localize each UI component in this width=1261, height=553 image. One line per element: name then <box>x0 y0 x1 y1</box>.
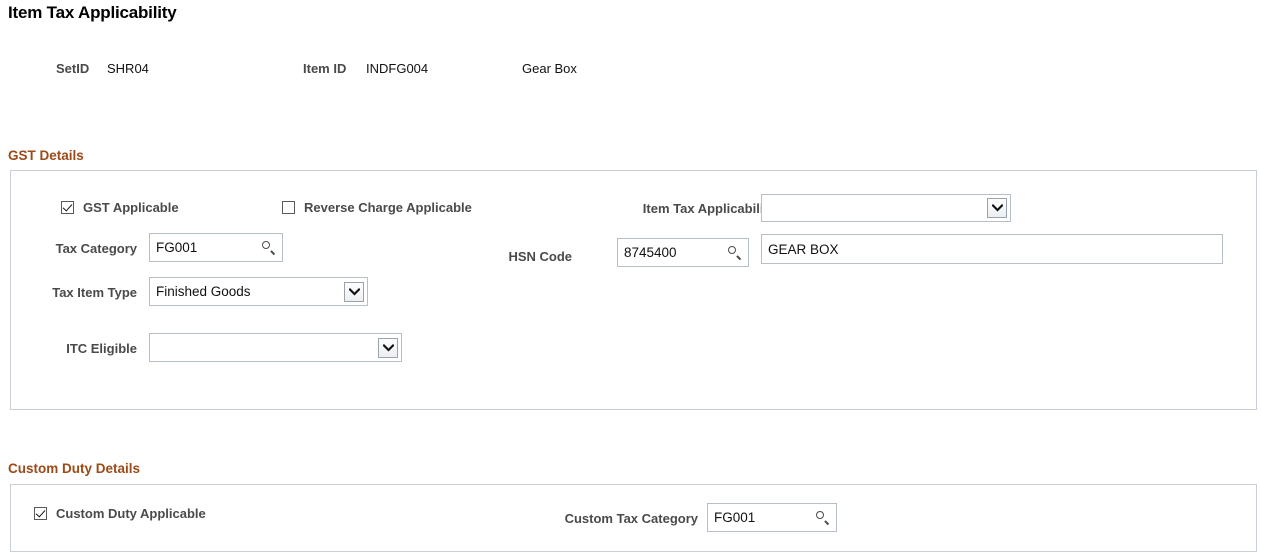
item-id-value: INDFG004 <box>366 61 429 76</box>
tax-item-type-label: Tax Item Type <box>52 285 137 300</box>
tax-item-type-value: Finished Goods <box>156 284 251 299</box>
hsn-code-input[interactable]: 8745400 <box>617 238 749 267</box>
itc-eligible-select[interactable] <box>149 333 402 362</box>
hsn-code-label: HSN Code <box>508 249 572 264</box>
item-tax-applicability-select[interactable] <box>761 194 1011 222</box>
chevron-down-icon[interactable] <box>378 337 398 358</box>
chevron-down-icon[interactable] <box>987 198 1007 218</box>
setid-label: SetID <box>56 61 90 76</box>
reverse-charge-applicable-checkbox[interactable]: Reverse Charge Applicable <box>282 200 472 215</box>
tax-category-label: Tax Category <box>55 241 137 256</box>
gst-applicable-checkbox[interactable]: GST Applicable <box>61 200 179 215</box>
chevron-down-icon[interactable] <box>344 281 364 302</box>
key-fields-row: SetID SHR04 Item ID INDFG004 Gear Box <box>0 61 1261 81</box>
reverse-charge-applicable-label: Reverse Charge Applicable <box>304 200 472 215</box>
checkbox-box <box>282 201 295 214</box>
hsn-code-value: 8745400 <box>624 245 677 260</box>
setid-value: SHR04 <box>107 61 149 76</box>
custom-duty-applicable-label: Custom Duty Applicable <box>56 506 206 521</box>
custom-tax-category-value: FG001 <box>714 510 756 525</box>
custom-tax-category-label: Custom Tax Category <box>564 511 698 526</box>
magnifier-icon[interactable] <box>727 245 742 260</box>
itc-eligible-label: ITC Eligible <box>66 341 137 356</box>
checkbox-box <box>61 201 74 214</box>
hsn-code-description-input[interactable]: GEAR BOX <box>761 234 1223 264</box>
custom-duty-applicable-checkbox[interactable]: Custom Duty Applicable <box>34 506 206 521</box>
gst-applicable-label: GST Applicable <box>83 200 179 215</box>
tax-category-value: FG001 <box>156 240 198 255</box>
hsn-code-description-value: GEAR BOX <box>768 241 839 257</box>
page-title: Item Tax Applicability <box>8 3 177 22</box>
custom-tax-category-input[interactable]: FG001 <box>707 503 837 532</box>
item-description: Gear Box <box>522 61 577 76</box>
gst-details-title: GST Details <box>8 148 84 163</box>
custom-duty-details-title: Custom Duty Details <box>8 461 141 476</box>
tax-item-type-select[interactable]: Finished Goods <box>149 277 368 306</box>
magnifier-icon[interactable] <box>815 510 830 525</box>
item-id-label: Item ID <box>303 61 347 76</box>
item-tax-applicability-label: Item Tax Applicability <box>642 201 775 216</box>
checkbox-box <box>34 507 47 520</box>
tax-category-input[interactable]: FG001 <box>149 233 283 262</box>
magnifier-icon[interactable] <box>261 240 276 255</box>
